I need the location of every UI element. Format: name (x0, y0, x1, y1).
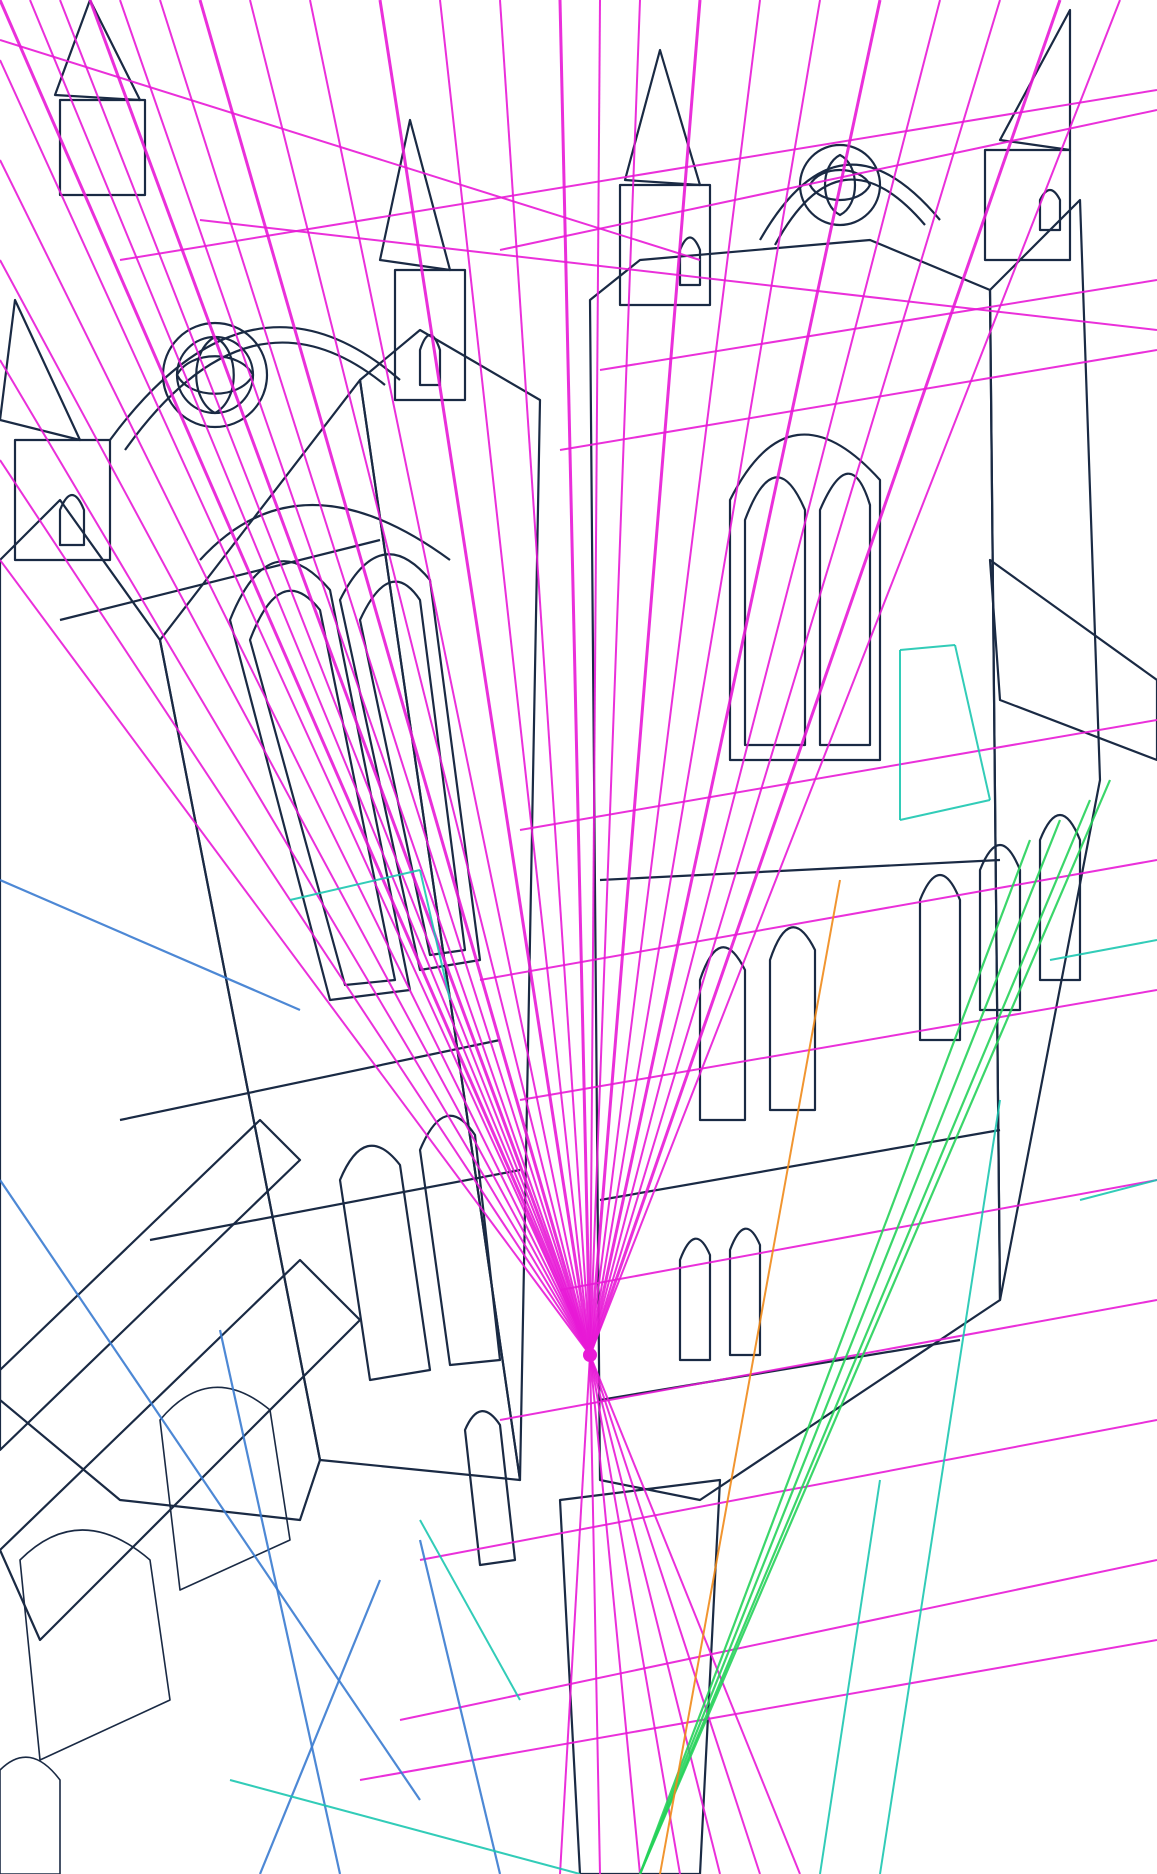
orange-ray (659, 879, 841, 1874)
right-low-window-1 (678, 1237, 712, 1362)
edge-pinnacle-window (58, 493, 86, 547)
teal-guide-2 (899, 799, 991, 821)
ink-linework (0, 0, 1157, 1874)
magenta-left-ray-1 (0, 159, 591, 1356)
magenta-ray-21 (588, 0, 1062, 1356)
magenta-down-ray-3 (589, 1354, 681, 1874)
right-pinnacle-2-spire (998, 8, 1072, 152)
teal-guide-10 (819, 1479, 881, 1874)
left-ledge-1 (59, 538, 381, 622)
magenta-ray-15 (588, 0, 702, 1356)
teal-guide-11 (879, 1099, 1001, 1874)
far-left-pinnacle-spire (53, 0, 142, 102)
right-lancet-left (743, 476, 807, 747)
right-arcade-arch-1 (918, 873, 962, 1042)
left-tower-buttress (358, 328, 542, 1482)
cobble-arch-3 (0, 1756, 61, 1874)
magenta-cross-0 (119, 89, 1157, 261)
right-pinnacle-2-body (983, 148, 1072, 262)
left-lower-window-1 (338, 1144, 432, 1382)
edge-pinnacle-body (13, 438, 112, 562)
magenta-cross-2 (599, 279, 1157, 371)
teal-guide-9 (229, 1779, 581, 1874)
magenta-ray-9 (378, 0, 592, 1356)
right-arcade-arch-2 (978, 843, 1022, 1012)
cobblestone-arches (0, 1386, 291, 1874)
vanishing-point-dot (583, 1348, 597, 1362)
left-ledge-3 (149, 1168, 521, 1242)
teal-guide-7 (1079, 1179, 1157, 1201)
right-tower (588, 143, 1102, 1502)
magenta-left-ray-4 (0, 459, 591, 1356)
magenta-ray-17 (589, 0, 821, 1356)
perspective-vanishing-point-icon (583, 1348, 597, 1362)
teal-guide-6 (1049, 939, 1157, 961)
magenta-ray-0 (0, 0, 592, 1356)
right-tower-side (988, 198, 1102, 1302)
magenta-down-ray-4 (589, 1354, 721, 1874)
perspective-drawing-canvas (0, 0, 1157, 1874)
blue-line-3 (0, 878, 301, 1012)
magenta-ray-8 (309, 0, 591, 1356)
nave-roof-edge (988, 558, 1157, 762)
magenta-ray-12 (558, 0, 592, 1356)
magenta-ray-22 (589, 0, 1121, 1356)
magenta-cross-10 (399, 1559, 1157, 1721)
left-lower-window-3 (463, 1410, 517, 1567)
magenta-cross-11 (359, 1639, 1157, 1781)
magenta-left-ray-3 (0, 359, 591, 1356)
right-ledge-1 (599, 858, 1001, 882)
teal-guide-1 (954, 644, 991, 801)
blue-line-2 (258, 1579, 382, 1874)
magenta-ray-1 (29, 0, 591, 1356)
magenta-cross-7 (559, 1179, 1157, 1291)
magenta-cross-12 (0, 39, 701, 261)
magenta-ray-20 (589, 0, 1001, 1356)
left-window-hood-arch (199, 503, 451, 561)
right-low-window-2 (728, 1227, 762, 1357)
magenta-cross-4 (519, 719, 1157, 831)
cobble-arch-1 (19, 1529, 171, 1761)
teal-guide-8 (419, 1519, 521, 1701)
left-gable-arch-inner (124, 341, 386, 451)
perspective-construction-lines (0, 0, 1157, 1874)
magenta-ray-2 (59, 0, 591, 1356)
edge-pinnacle-spire (0, 298, 82, 442)
cathedral-perspective-illustration (0, 0, 1157, 1874)
right-mid-window-2 (768, 926, 817, 1112)
left-lower-window-2 (418, 1114, 502, 1367)
magenta-cross-3 (559, 349, 1157, 451)
magenta-down-ray-6 (589, 1354, 801, 1874)
magenta-ray-19 (589, 0, 941, 1356)
magenta-ray-6 (198, 0, 592, 1356)
teal-guide-0 (899, 644, 956, 651)
left-tower-front (0, 498, 322, 1522)
right-ledge-2 (599, 1128, 1001, 1202)
